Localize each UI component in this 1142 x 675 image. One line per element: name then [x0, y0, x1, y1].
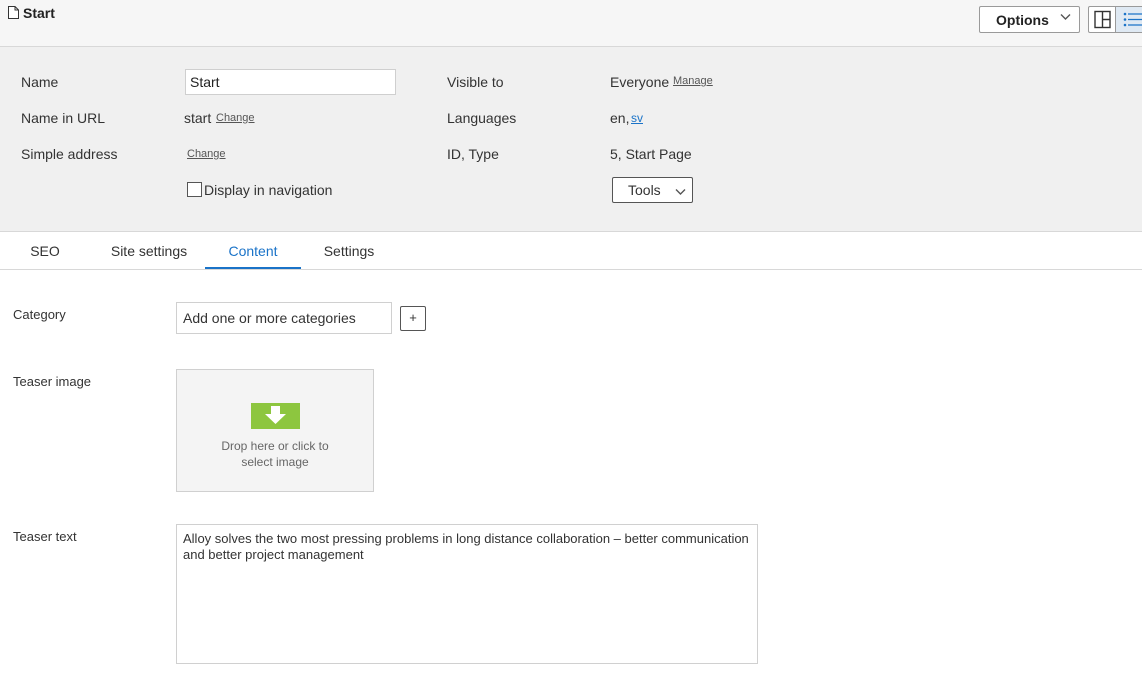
- visible-to-label: Visible to: [447, 74, 504, 90]
- layout-icon: [1094, 10, 1111, 29]
- chevron-down-icon: [1060, 14, 1071, 20]
- teaser-image-dropzone[interactable]: Drop here or click to select image: [176, 369, 374, 492]
- teaser-text-area[interactable]: Alloy solves the two most pressing probl…: [176, 524, 758, 664]
- download-arrow-icon: [251, 403, 300, 429]
- name-label: Name: [21, 74, 59, 90]
- tab-site-settings[interactable]: Site settings: [102, 232, 196, 269]
- layout-view-button[interactable]: [1089, 7, 1116, 32]
- languages-label: Languages: [447, 110, 517, 126]
- change-url-link[interactable]: Change: [216, 112, 255, 124]
- display-in-navigation-checkbox[interactable]: [187, 182, 202, 197]
- add-category-button[interactable]: +: [400, 306, 426, 331]
- teaser-text-label: Teaser text: [13, 529, 77, 544]
- top-toolbar: Start Options: [0, 0, 1142, 47]
- simple-address-label: Simple address: [21, 146, 118, 162]
- name-in-url-value: start: [184, 110, 212, 126]
- manage-access-link[interactable]: Manage: [673, 75, 713, 87]
- view-toggle: [1088, 6, 1142, 33]
- name-in-url-label: Name in URL: [21, 110, 106, 126]
- category-input[interactable]: Add one or more categories: [176, 302, 392, 334]
- chevron-down-icon: [675, 189, 686, 195]
- tab-settings[interactable]: Settings: [310, 232, 388, 269]
- category-label: Category: [13, 307, 66, 322]
- list-view-button[interactable]: [1116, 7, 1142, 32]
- id-type-label: ID, Type: [447, 146, 499, 162]
- page-title: Start: [23, 5, 55, 21]
- language-primary: en,: [610, 110, 630, 126]
- tab-bar: SEO Site settings Content Settings: [0, 232, 1142, 270]
- tab-seo[interactable]: SEO: [12, 232, 78, 269]
- dropzone-hint: Drop here or click to select image: [221, 439, 329, 469]
- tab-content[interactable]: Content: [205, 232, 301, 269]
- display-in-navigation-label: Display in navigation: [204, 182, 333, 198]
- name-input[interactable]: [185, 69, 396, 95]
- teaser-image-label: Teaser image: [13, 374, 92, 389]
- list-icon: [1123, 12, 1142, 27]
- page-properties-panel: Name Name in URL start Change Simple add…: [0, 47, 1142, 232]
- change-simple-address-link[interactable]: Change: [187, 148, 226, 160]
- page-icon: [8, 6, 19, 19]
- language-link-sv[interactable]: sv: [631, 111, 643, 125]
- visible-to-value: Everyone: [610, 74, 670, 90]
- id-type-value: 5, Start Page: [610, 146, 692, 162]
